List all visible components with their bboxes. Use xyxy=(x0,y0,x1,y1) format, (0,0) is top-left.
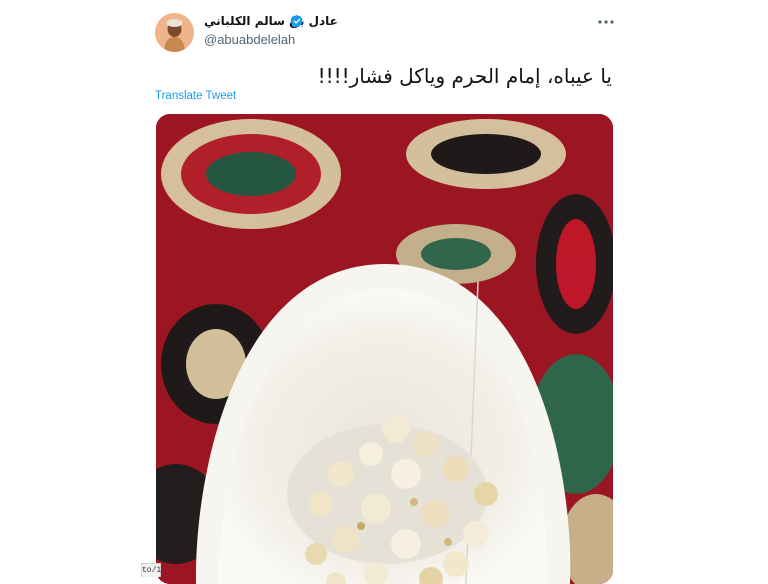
more-dots-icon xyxy=(598,20,614,24)
tweet-text: يا عيباه، إمام الحرم وياكل فشار!!!! xyxy=(317,64,612,88)
author-display-name[interactable]: عادل بن سالم الكلباني xyxy=(204,14,338,28)
verified-badge-icon xyxy=(290,14,303,28)
more-options-button[interactable] xyxy=(596,14,616,30)
tweet-card: عادل بن سالم الكلباني @abuabdelelah يا ع… xyxy=(0,0,768,584)
translate-tweet-link[interactable]: Translate Tweet xyxy=(155,90,236,102)
avatar-image xyxy=(155,13,194,52)
avatar[interactable] xyxy=(155,13,194,52)
author-handle[interactable]: @abuabdelelah xyxy=(204,32,295,47)
tweet-media[interactable] xyxy=(156,114,613,584)
media-photo xyxy=(156,114,613,584)
corner-tag: to/1 xyxy=(141,563,161,577)
